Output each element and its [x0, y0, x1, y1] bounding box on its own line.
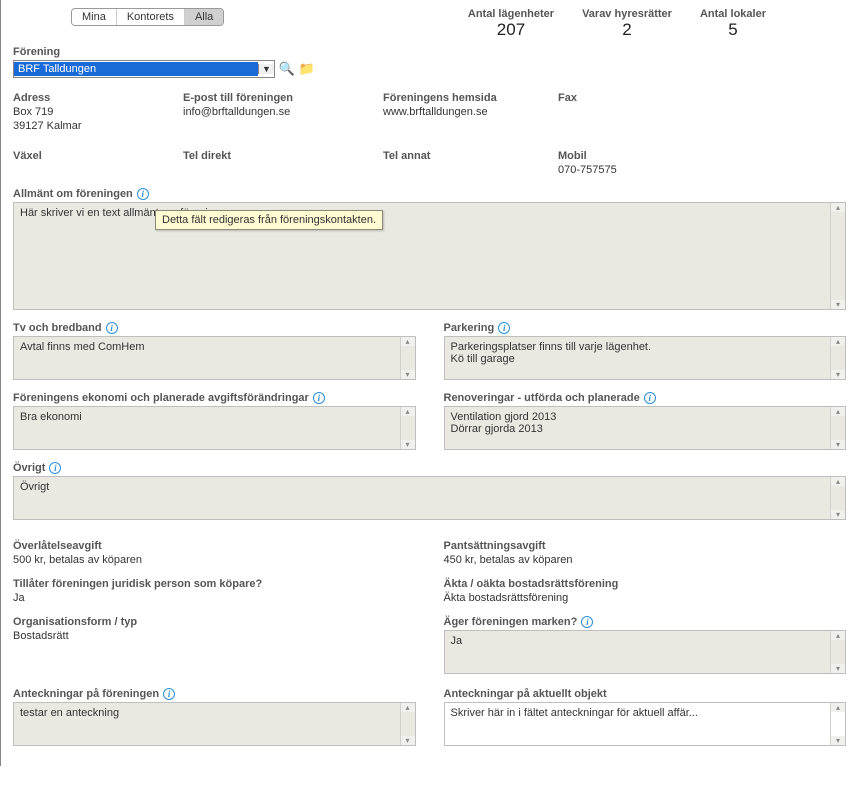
notes-assoc-textarea[interactable]: testar en anteckning ▴▾ [13, 702, 416, 746]
binoculars-icon[interactable]: 🔍 [279, 61, 295, 77]
general-label: Allmänt om föreningen [13, 188, 133, 200]
scope-tabs: Mina Kontorets Alla [71, 8, 224, 26]
scrollbar[interactable]: ▴▾ [830, 703, 845, 745]
folder-icon[interactable]: 📁 [299, 61, 315, 77]
address-label: Adress [13, 92, 183, 104]
scrollbar[interactable]: ▴▾ [830, 337, 845, 379]
economy-textarea[interactable]: Bra ekonomi ▴▾ [13, 406, 416, 450]
scrollbar[interactable]: ▴▾ [830, 407, 845, 449]
info-icon[interactable]: i [313, 392, 325, 404]
notes-object-label: Anteckningar på aktuellt objekt [444, 688, 607, 700]
pledge-fee-value: 450 kr, betalas av köparen [444, 554, 847, 566]
website-value: www.brftalldungen.se [383, 106, 558, 118]
tv-label: Tv och bredband [13, 322, 102, 334]
misc-label: Övrigt [13, 462, 45, 474]
info-icon[interactable]: i [581, 616, 593, 628]
info-icon[interactable]: i [106, 322, 118, 334]
tab-alla[interactable]: Alla [185, 9, 223, 25]
genuine-label: Äkta / oäkta bostadsrättsförening [444, 578, 847, 590]
scrollbar[interactable]: ▴▾ [400, 703, 415, 745]
info-icon[interactable]: i [644, 392, 656, 404]
tab-mina[interactable]: Mina [72, 9, 117, 25]
association-dropdown[interactable]: BRF Talldungen ▼ [13, 60, 275, 78]
chevron-down-icon[interactable]: ▼ [258, 64, 274, 74]
stat-premises: Antal lokaler 5 [700, 8, 766, 40]
tooltip: Detta fält redigeras från föreningskonta… [155, 210, 383, 230]
parking-label: Parkering [444, 322, 495, 334]
info-icon[interactable]: i [163, 688, 175, 700]
info-icon[interactable]: i [498, 322, 510, 334]
stat-apartments: Antal lägenheter 207 [468, 8, 554, 40]
owns-land-textarea[interactable]: Ja ▴▾ [444, 630, 847, 674]
mobile-value: 070-757575 [558, 164, 758, 176]
orgform-label: Organisationsform / typ [13, 616, 416, 628]
tv-textarea[interactable]: Avtal finns med ComHem ▴▾ [13, 336, 416, 380]
association-label: Förening [13, 46, 846, 58]
email-label: E-post till föreningen [183, 92, 383, 104]
scrollbar[interactable]: ▴▾ [830, 631, 845, 673]
telother-label: Tel annat [383, 150, 558, 162]
email-value: info@brftalldungen.se [183, 106, 383, 118]
renov-label: Renoveringar - utförda och planerade [444, 392, 640, 404]
stat-rentals: Varav hyresrätter 2 [582, 8, 672, 40]
tab-kontorets[interactable]: Kontorets [117, 9, 185, 25]
website-label: Föreningens hemsida [383, 92, 558, 104]
notes-object-textarea[interactable]: Skriver här in i fältet anteckningar för… [444, 702, 847, 746]
mobile-label: Mobil [558, 150, 758, 162]
parking-textarea[interactable]: Parkeringsplatser finns till varje lägen… [444, 336, 847, 380]
economy-label: Föreningens ekonomi och planerade avgift… [13, 392, 309, 404]
misc-textarea[interactable]: Övrigt ▴▾ [13, 476, 846, 520]
switchboard-label: Växel [13, 150, 183, 162]
info-icon[interactable]: i [49, 462, 61, 474]
genuine-value: Äkta bostadsrättsförening [444, 592, 847, 604]
teldirect-label: Tel direkt [183, 150, 383, 162]
info-icon[interactable]: i [137, 188, 149, 200]
address-line1: Box 719 [13, 106, 183, 118]
fax-label: Fax [558, 92, 758, 104]
scrollbar[interactable]: ▴▾ [400, 337, 415, 379]
owns-land-label: Äger föreningen marken? [444, 616, 578, 628]
scrollbar[interactable]: ▴▾ [400, 407, 415, 449]
legal-buyer-label: Tillåter föreningen juridisk person som … [13, 578, 416, 590]
address-line2: 39127 Kalmar [13, 120, 183, 132]
notes-assoc-label: Anteckningar på föreningen [13, 688, 159, 700]
pledge-fee-label: Pantsättningsavgift [444, 540, 847, 552]
renov-textarea[interactable]: Ventilation gjord 2013 Dörrar gjorda 201… [444, 406, 847, 450]
scrollbar[interactable]: ▴▾ [830, 477, 845, 519]
general-textarea[interactable]: Här skriver vi en text allmänt om föreni… [13, 202, 846, 310]
transfer-fee-label: Överlåtelseavgift [13, 540, 416, 552]
orgform-value: Bostadsrätt [13, 630, 416, 642]
legal-buyer-value: Ja [13, 592, 416, 604]
transfer-fee-value: 500 kr, betalas av köparen [13, 554, 416, 566]
scrollbar[interactable]: ▴▾ [830, 203, 845, 309]
